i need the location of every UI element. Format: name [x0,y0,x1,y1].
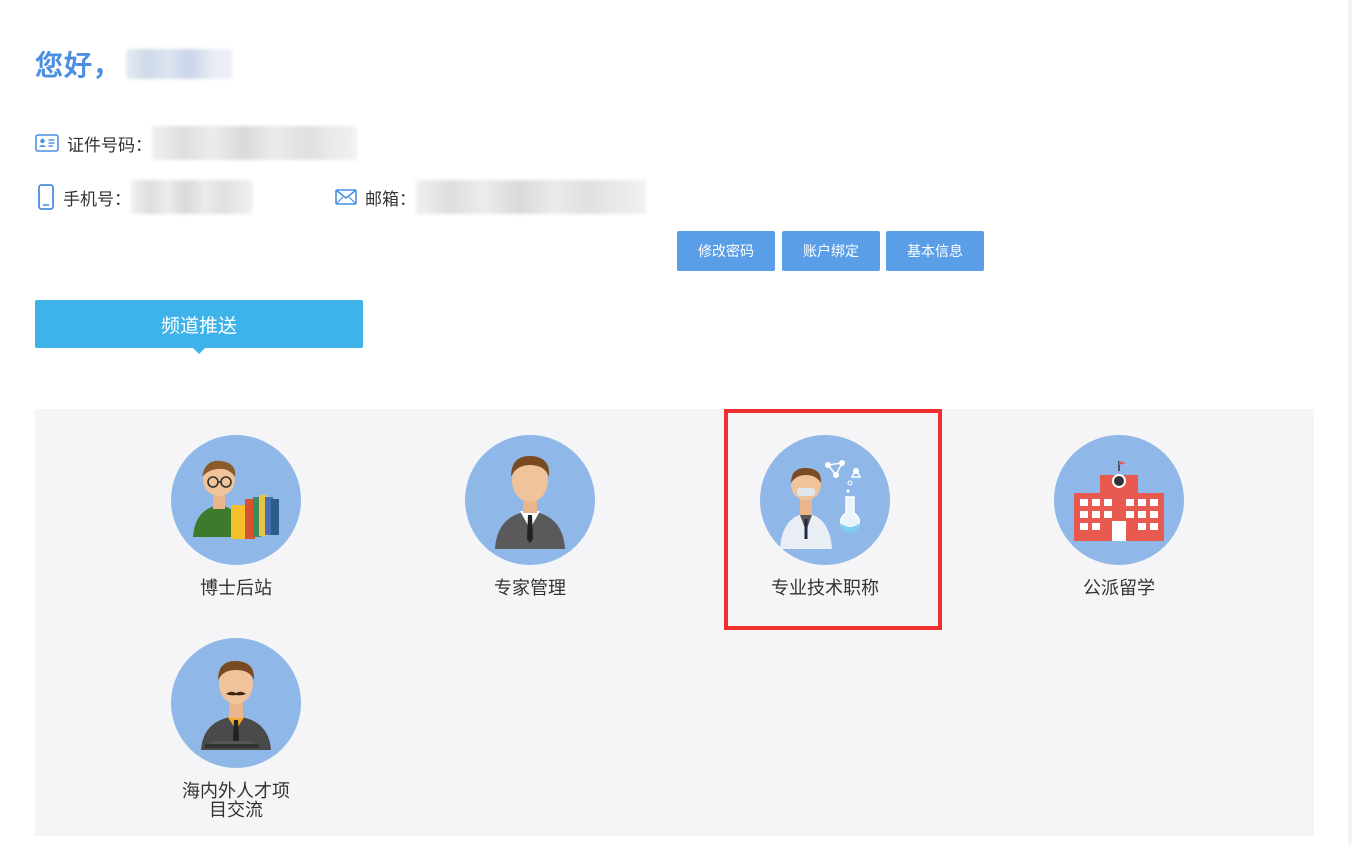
tab-pointer [191,346,207,354]
greeting: 您好， [35,44,233,84]
phone-row: 手机号： [37,180,253,214]
id-number-row: 证件号码： [35,126,357,160]
channel-tile-professional-title[interactable]: 专业技术职称 [715,435,935,598]
tab-channel-push[interactable]: 频道推送 [35,300,363,348]
channel-label-expert: 专家管理 [494,578,566,599]
channel-label-professional-title: 专业技术职称 [771,578,879,599]
channel-label-talent-exchange: 海内外人才项目交流 [182,781,290,821]
basic-info-button[interactable]: 基本信息 [886,231,984,271]
redacted-username [126,49,233,79]
mustache-man-icon [171,638,301,768]
greeting-text: 您好， [35,49,123,82]
page-edge [1348,0,1352,845]
phone-label: 手机号： [63,189,131,210]
scholar-books-icon [171,435,301,565]
redacted-phone [131,180,253,214]
redacted-email [416,180,646,214]
expert-suit-icon [465,435,595,565]
email-label: 邮箱： [365,189,416,210]
school-building-icon [1054,435,1184,565]
email-row: 邮箱： [335,180,646,214]
channel-tile-postdoc[interactable]: 博士后站 [126,435,346,598]
channel-label-study-abroad: 公派留学 [1083,578,1155,599]
mobile-phone-icon [37,184,55,210]
channel-label-postdoc: 博士后站 [200,578,272,599]
channel-tile-talent-exchange[interactable]: 海内外人才项目交流 [126,638,346,820]
id-number-label: 证件号码： [67,135,152,156]
redacted-id-number [152,126,357,160]
channel-tile-expert[interactable]: 专家管理 [420,435,640,598]
tab-channel-push-label: 频道推送 [160,314,237,337]
scientist-lab-icon [760,435,890,565]
envelope-icon [335,189,357,205]
channel-tile-study-abroad[interactable]: 公派留学 [1009,435,1229,598]
account-binding-button[interactable]: 账户绑定 [782,231,880,271]
id-card-icon [35,134,59,152]
change-password-button[interactable]: 修改密码 [677,231,775,271]
